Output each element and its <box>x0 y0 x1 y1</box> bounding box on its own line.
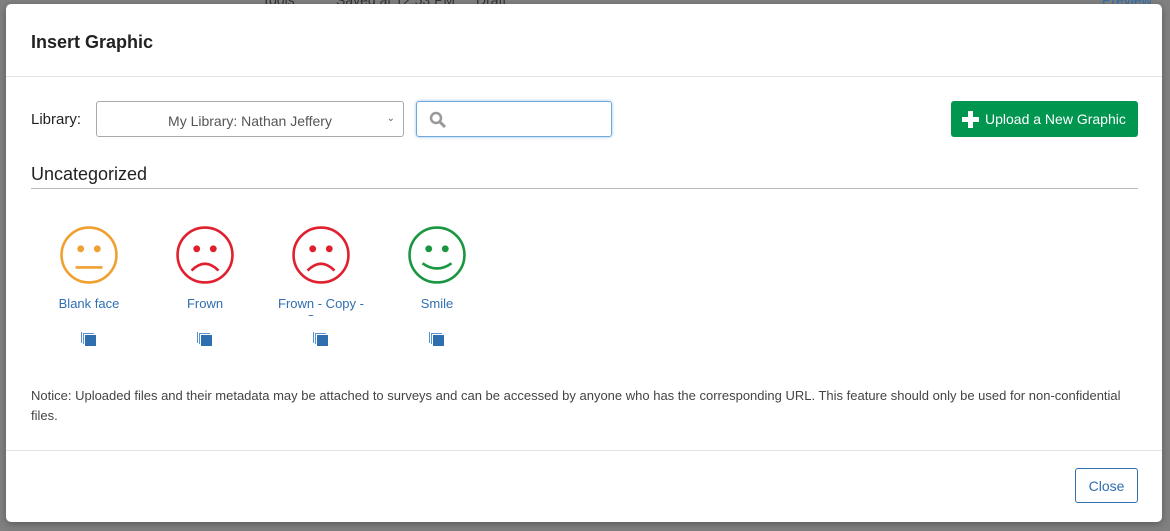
insert-graphic-dialog: Insert Graphic Library: My Library: Nath… <box>6 4 1162 522</box>
graphic-item[interactable]: Frown <box>147 226 263 347</box>
graphic-item[interactable]: Blank face <box>31 226 147 347</box>
graphic-name[interactable]: Frown <box>147 296 263 316</box>
library-select-value: My Library: Nathan Jeffery <box>168 113 332 129</box>
plus-icon <box>962 111 979 128</box>
copy-icon[interactable] <box>312 331 330 347</box>
library-select[interactable]: My Library: Nathan Jeffery ⌄ <box>96 101 404 137</box>
graphic-name[interactable]: Smile <box>379 296 495 316</box>
category-heading: Uncategorized <box>31 164 1138 189</box>
sad-face-icon <box>292 226 350 284</box>
neutral-face-icon <box>60 226 118 284</box>
notice-text: Notice: Uploaded files and their metadat… <box>31 388 1121 423</box>
chevron-down-icon: ⌄ <box>386 113 395 124</box>
search-icon <box>429 111 447 129</box>
footer-divider <box>6 450 1162 451</box>
copy-icon[interactable] <box>80 331 98 347</box>
close-button[interactable]: Close <box>1075 468 1138 503</box>
library-label: Library: <box>31 111 82 128</box>
search-input[interactable] <box>416 101 612 137</box>
sad-face-icon <box>176 226 234 284</box>
upload-graphic-button[interactable]: Upload a New Graphic <box>951 101 1138 137</box>
upload-label: Upload a New Graphic <box>985 111 1126 127</box>
dialog-title: Insert Graphic <box>31 32 154 52</box>
graphic-item[interactable]: Frown - Copy - Copy <box>263 226 379 347</box>
happy-face-icon <box>408 226 466 284</box>
graphic-name[interactable]: Frown - Copy - Copy <box>263 296 379 316</box>
graphic-name[interactable]: Blank face <box>31 296 147 316</box>
copy-icon[interactable] <box>428 331 446 347</box>
graphic-item[interactable]: Smile <box>379 226 495 347</box>
copy-icon[interactable] <box>196 331 214 347</box>
graphics-grid: Blank face Frown Frown - Copy - Copy Smi… <box>31 226 495 347</box>
